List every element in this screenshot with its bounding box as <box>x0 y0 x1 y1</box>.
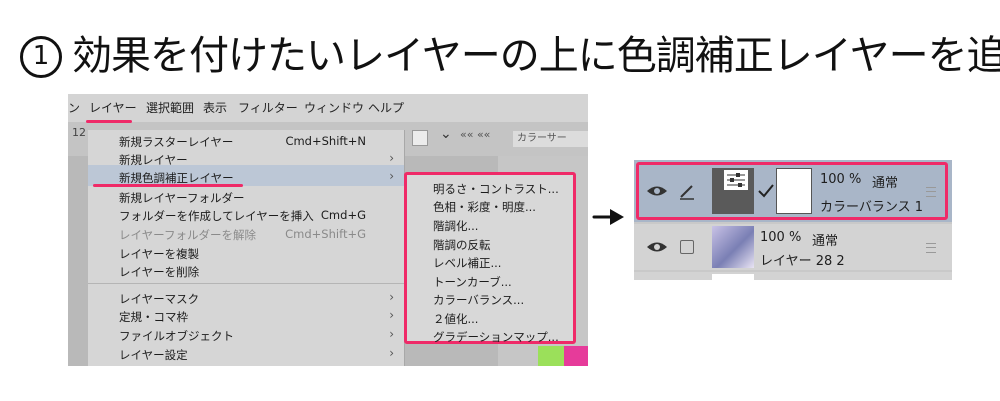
layer-name: レイヤー 28 2 <box>760 254 845 269</box>
menu-item-label: 新規レイヤー <box>119 153 188 167</box>
submenu-item-color-balance[interactable]: カラーバランス... <box>433 292 524 308</box>
menubar: ン レイヤー 選択範囲 表示 フィルター ウィンドウ ヘルプ <box>68 94 588 122</box>
menu-screenshot: 12 ⌄ «« «« カラーサー ン レイヤー 選択範囲 表示 フィルター ウィ… <box>68 94 588 366</box>
adjustment-layer-annotation-underline <box>93 184 243 187</box>
menubar-item-filter[interactable]: フィルター <box>238 99 298 116</box>
arrow-right-icon <box>592 209 624 225</box>
menu-item-label: フォルダーを作成してレイヤーを挿入 <box>119 209 314 223</box>
menu-item-new-layer-folder[interactable]: 新規レイヤーフォルダー <box>88 188 404 207</box>
swatch-pink <box>564 346 588 366</box>
menu-item-label: レイヤー設定 <box>119 348 188 362</box>
menu-item-label: レイヤーマスク <box>119 292 200 306</box>
eye-icon[interactable] <box>646 240 668 254</box>
menubar-item-view[interactable]: 表示 <box>203 99 227 116</box>
chevron-right-icon: › <box>389 151 394 165</box>
selected-layer-annotation-box <box>636 162 948 220</box>
menu-item-label: 新規ラスターレイヤー <box>119 135 234 149</box>
menu-item-release-folder: レイヤーフォルダーを解除 Cmd+Shift+G <box>88 225 404 244</box>
layer-opacity: 100 % <box>760 230 802 245</box>
menu-item-shortcut: Cmd+G <box>320 208 366 222</box>
chevron-right-icon: › <box>389 327 394 341</box>
menu-item-new-layer[interactable]: 新規レイヤー › <box>88 150 404 169</box>
menubar-item-selection[interactable]: 選択範囲 <box>146 99 194 116</box>
menubar-item-fragment[interactable]: ン <box>68 99 80 116</box>
menu-item-file-object[interactable]: ファイルオブジェクト › <box>88 326 404 345</box>
menubar-item-window[interactable]: ウィンドウ <box>304 99 364 116</box>
menu-item-label: 定規・コマ枠 <box>119 310 188 324</box>
menu-separator <box>88 283 404 284</box>
menu-item-new-raster-layer[interactable]: 新規ラスターレイヤー Cmd+Shift+N <box>88 132 404 151</box>
menubar-item-layer[interactable]: レイヤー <box>89 99 137 116</box>
canvas-tab[interactable]: カラーサー <box>513 131 588 147</box>
menu-item-label: レイヤーを削除 <box>119 265 200 279</box>
chevron-right-icon: › <box>389 308 394 322</box>
menu-item-layer-settings[interactable]: レイヤー設定 › <box>88 345 404 364</box>
submenu-item-hue-saturation[interactable]: 色相・彩度・明度... <box>433 199 536 215</box>
layer-row[interactable]: 100 % 通常 レイヤー 28 2 <box>634 224 952 270</box>
chevron-right-icon: › <box>389 346 394 360</box>
layer-menu-annotation-underline <box>86 120 132 123</box>
layer-blend-mode: 通常 <box>812 234 839 249</box>
instruction-heading: 1 効果を付けたいレイヤーの上に色調補正レイヤーを追加 <box>0 0 1000 95</box>
menu-item-label: レイヤーを複製 <box>119 247 200 261</box>
menu-item-label: ファイルオブジェクト <box>119 329 234 343</box>
menu-item-delete-layer[interactable]: レイヤーを削除 <box>88 262 404 281</box>
menu-item-shortcut: Cmd+Shift+N <box>285 134 366 148</box>
chevron-down-icon[interactable]: ⌄ <box>440 126 452 142</box>
swatch-green <box>538 346 564 366</box>
submenu-item-posterize[interactable]: 階調化... <box>433 218 478 234</box>
menu-item-create-folder-insert[interactable]: フォルダーを作成してレイヤーを挿入 Cmd+G <box>88 206 404 225</box>
chevron-right-icon: › <box>389 290 394 304</box>
layer-lock-checkbox[interactable] <box>680 240 694 254</box>
menu-item-label: 新規レイヤーフォルダー <box>119 191 245 205</box>
layer-thumbnail-partial <box>712 274 754 280</box>
step-number: 1 <box>32 41 50 71</box>
drag-handle-icon[interactable] <box>926 243 936 253</box>
submenu-item-tone-curve[interactable]: トーンカーブ... <box>433 274 512 290</box>
menu-item-label: レイヤーフォルダーを解除 <box>119 228 256 242</box>
layer-panel: 100 % 通常 カラーバランス 1 100 % 通常 レイヤー 28 2 <box>634 160 952 280</box>
submenu-item-invert[interactable]: 階調の反転 <box>433 237 491 253</box>
submenu-item-levels[interactable]: レベル補正... <box>433 255 501 271</box>
menu-item-ruler-frame[interactable]: 定規・コマ枠 › <box>88 307 404 326</box>
menu-item-layer-mask[interactable]: レイヤーマスク › <box>88 289 404 308</box>
heading-text: 効果を付けたいレイヤーの上に色調補正レイヤーを追加 <box>72 33 1000 79</box>
chevron-right-icon: › <box>389 169 394 183</box>
menu-item-shortcut: Cmd+Shift+G <box>285 227 366 241</box>
layer-thumbnail-illustration <box>712 226 754 268</box>
submenu-item-brightness-contrast[interactable]: 明るさ・コントラスト... <box>433 181 559 197</box>
menubar-item-help[interactable]: ヘルプ <box>368 99 404 116</box>
submenu-item-binarization[interactable]: ２値化... <box>433 311 478 327</box>
menu-item-duplicate-layer[interactable]: レイヤーを複製 <box>88 244 404 263</box>
layer-row-partial <box>634 272 952 280</box>
panel-collapse-icon[interactable]: «« «« <box>460 128 490 141</box>
color-swatch-icon <box>412 130 428 146</box>
zoom-hint: 12 <box>72 126 86 139</box>
submenu-item-gradient-map[interactable]: グラデーションマップ... <box>433 329 559 345</box>
adjustment-layer-submenu: 明るさ・コントラスト... 色相・彩度・明度... 階調化... 階調の反転 レ… <box>404 172 576 344</box>
